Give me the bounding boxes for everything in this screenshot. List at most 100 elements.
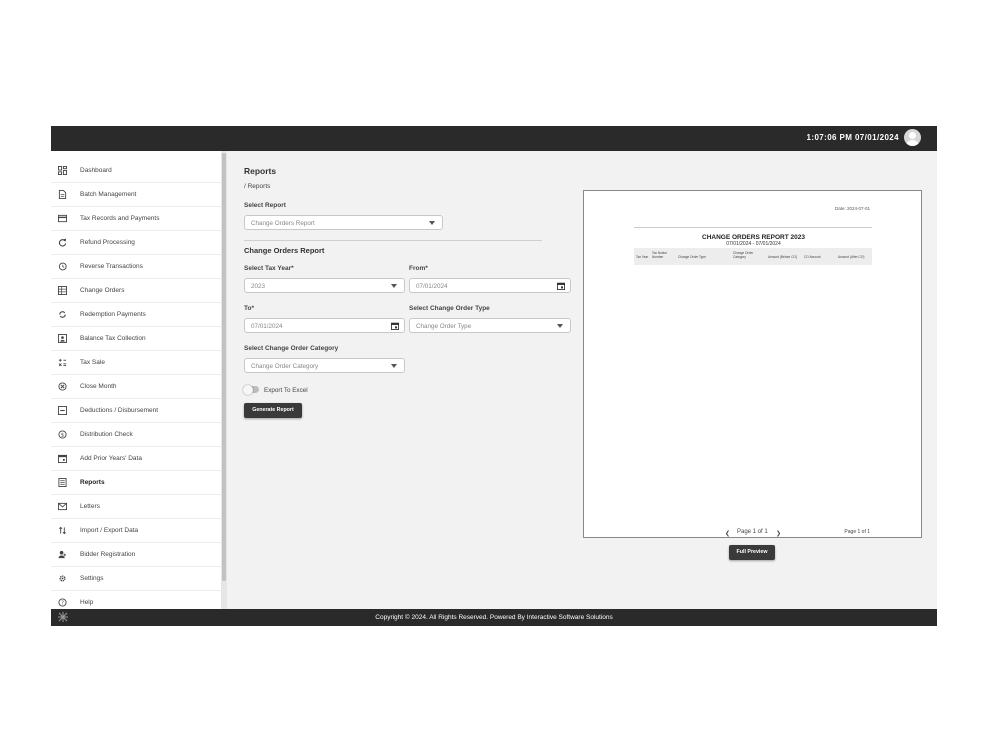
sidebar-item-label: Dashboard xyxy=(80,167,112,174)
preview-pagination: Page 1 of 1 xyxy=(737,529,768,535)
sidebar-item-label: Settings xyxy=(80,575,104,582)
sidebar-item-label: Redemption Payments xyxy=(80,311,146,318)
chevron-left-icon[interactable]: ❮ xyxy=(725,530,730,537)
chevron-right-icon[interactable]: ❯ xyxy=(776,530,781,537)
document-icon xyxy=(57,190,67,200)
column-header: Amount (After CO) xyxy=(838,255,865,259)
select-report-value: Change Orders Report xyxy=(251,220,315,227)
sidebar-item-distribution-check[interactable]: $ Distribution Check xyxy=(51,423,221,447)
calendar-icon xyxy=(57,454,67,464)
scroll-thumb[interactable] xyxy=(222,153,226,581)
tax-year-value: 2023 xyxy=(251,283,266,290)
help-icon: ? xyxy=(57,598,67,608)
calendar-icon[interactable] xyxy=(557,282,565,290)
toggle-knob xyxy=(243,384,253,395)
sidebar-item-deductions[interactable]: Deductions / Disbursement xyxy=(51,399,221,423)
tax-year-label: Select Tax Year* xyxy=(244,265,294,272)
from-date-label: From* xyxy=(409,265,428,272)
app-window: 1:07:06 PM 07/01/2024 Dashboard Batch Ma… xyxy=(51,126,937,626)
from-date-value: 07/01/2024 xyxy=(416,283,448,290)
user-avatar[interactable] xyxy=(904,129,921,146)
person-add-icon xyxy=(57,550,67,560)
order-category-placeholder: Change Order Category xyxy=(251,363,319,370)
chevron-down-icon xyxy=(391,284,397,288)
sidebar-item-batch-management[interactable]: Batch Management xyxy=(51,183,221,207)
sidebar-item-reverse-transactions[interactable]: Reverse Transactions xyxy=(51,255,221,279)
generate-report-button[interactable]: Generate Report xyxy=(244,403,302,418)
sidebar-item-label: Bidder Registration xyxy=(80,551,136,558)
column-header: Tax Notice Number xyxy=(652,251,667,259)
footer: Copyright © 2024. All Rights Reserved. P… xyxy=(51,609,937,626)
datetime-display: 1:07:06 PM 07/01/2024 xyxy=(806,133,899,142)
sidebar-item-label: Tax Sale xyxy=(80,359,105,366)
sidebar-item-label: Deductions / Disbursement xyxy=(80,407,159,414)
dollar-circle-icon: $ xyxy=(57,430,67,440)
sidebar-item-close-month[interactable]: Close Month xyxy=(51,375,221,399)
sidebar-item-label: Letters xyxy=(80,503,100,510)
column-header: Amount (Before CO) xyxy=(768,255,798,259)
sidebar-item-redemption-payments[interactable]: Redemption Payments xyxy=(51,303,221,327)
to-date-input[interactable]: 07/01/2024 xyxy=(244,318,405,333)
export-excel-toggle[interactable] xyxy=(243,384,259,395)
divider xyxy=(244,240,542,241)
report-rule xyxy=(634,227,872,228)
report-page-footer: Page 1 of 1 xyxy=(844,529,870,535)
calculator-icon xyxy=(57,358,67,368)
export-excel-label: Export To Excel xyxy=(264,387,308,394)
sidebar-item-label: Refund Processing xyxy=(80,239,135,246)
copyright-text: Copyright © 2024. All Rights Reserved. P… xyxy=(375,614,613,621)
tax-year-dropdown[interactable]: 2023 xyxy=(244,278,405,293)
sidebar-item-balance-tax-collection[interactable]: Balance Tax Collection xyxy=(51,327,221,351)
sidebar-item-change-orders[interactable]: Change Orders xyxy=(51,279,221,303)
section-title: Change Orders Report xyxy=(244,246,325,255)
sidebar-item-add-prior-years[interactable]: Add Prior Years' Data xyxy=(51,447,221,471)
sidebar-item-dashboard[interactable]: Dashboard xyxy=(51,159,221,183)
select-report-dropdown[interactable]: Change Orders Report xyxy=(244,215,443,230)
page-title: Reports xyxy=(244,166,277,176)
sidebar: Dashboard Batch Management Tax Records a… xyxy=(51,151,221,609)
sidebar-item-bidder-registration[interactable]: Bidder Registration xyxy=(51,543,221,567)
sidebar-item-reports[interactable]: Reports xyxy=(51,471,221,495)
cycle-icon xyxy=(57,310,67,320)
sidebar-item-label: Reports xyxy=(80,479,105,486)
sidebar-item-label: Add Prior Years' Data xyxy=(80,455,142,462)
from-date-input[interactable]: 07/01/2024 xyxy=(409,278,571,293)
report-preview: Date: 2024-07-01 CHANGE ORDERS REPORT 20… xyxy=(583,190,922,538)
chevron-down-icon xyxy=(557,324,563,328)
chevron-down-icon xyxy=(391,364,397,368)
svg-text:?: ? xyxy=(61,600,64,606)
full-preview-button[interactable]: Full Preview xyxy=(729,545,775,560)
sidebar-item-label: Change Orders xyxy=(80,287,125,294)
sidebar-item-label: Batch Management xyxy=(80,191,137,198)
order-category-dropdown[interactable]: Change Order Category xyxy=(244,358,405,373)
main-content: Reports / Reports Select Report Change O… xyxy=(227,151,937,609)
column-header: Change Order Type xyxy=(678,255,706,259)
sidebar-item-tax-records[interactable]: Tax Records and Payments xyxy=(51,207,221,231)
sidebar-item-letters[interactable]: Letters xyxy=(51,495,221,519)
sidebar-item-settings[interactable]: Settings xyxy=(51,567,221,591)
column-header: Change Order Category xyxy=(733,251,754,259)
sidebar-item-label: Distribution Check xyxy=(80,431,133,438)
gear-icon xyxy=(57,574,67,584)
select-report-label: Select Report xyxy=(244,202,286,209)
sidebar-item-label: Balance Tax Collection xyxy=(80,335,146,342)
sidebar-item-tax-sale[interactable]: Tax Sale xyxy=(51,351,221,375)
sidebar-item-import-export[interactable]: Import / Export Data xyxy=(51,519,221,543)
report-table-header: Tax Year Tax Notice Number Change Order … xyxy=(634,248,872,265)
chevron-down-icon xyxy=(429,221,435,225)
calendar-icon[interactable] xyxy=(391,322,399,330)
order-type-dropdown[interactable]: Change Order Type xyxy=(409,318,571,333)
import-export-icon xyxy=(57,526,67,536)
order-category-label: Select Change Order Category xyxy=(244,345,339,352)
sidebar-item-label: Import / Export Data xyxy=(80,527,139,534)
dashboard-icon xyxy=(57,166,67,176)
sidebar-item-refund-processing[interactable]: Refund Processing xyxy=(51,231,221,255)
order-type-placeholder: Change Order Type xyxy=(416,323,472,330)
ledger-icon xyxy=(57,286,67,296)
sidebar-item-label: Reverse Transactions xyxy=(80,263,143,270)
sidebar-item-label: Help xyxy=(80,599,94,606)
sidebar-item-label: Tax Records and Payments xyxy=(80,215,160,222)
order-type-label: Select Change Order Type xyxy=(409,305,490,312)
breadcrumb: / Reports xyxy=(244,183,271,190)
to-date-value: 07/01/2024 xyxy=(251,323,283,330)
